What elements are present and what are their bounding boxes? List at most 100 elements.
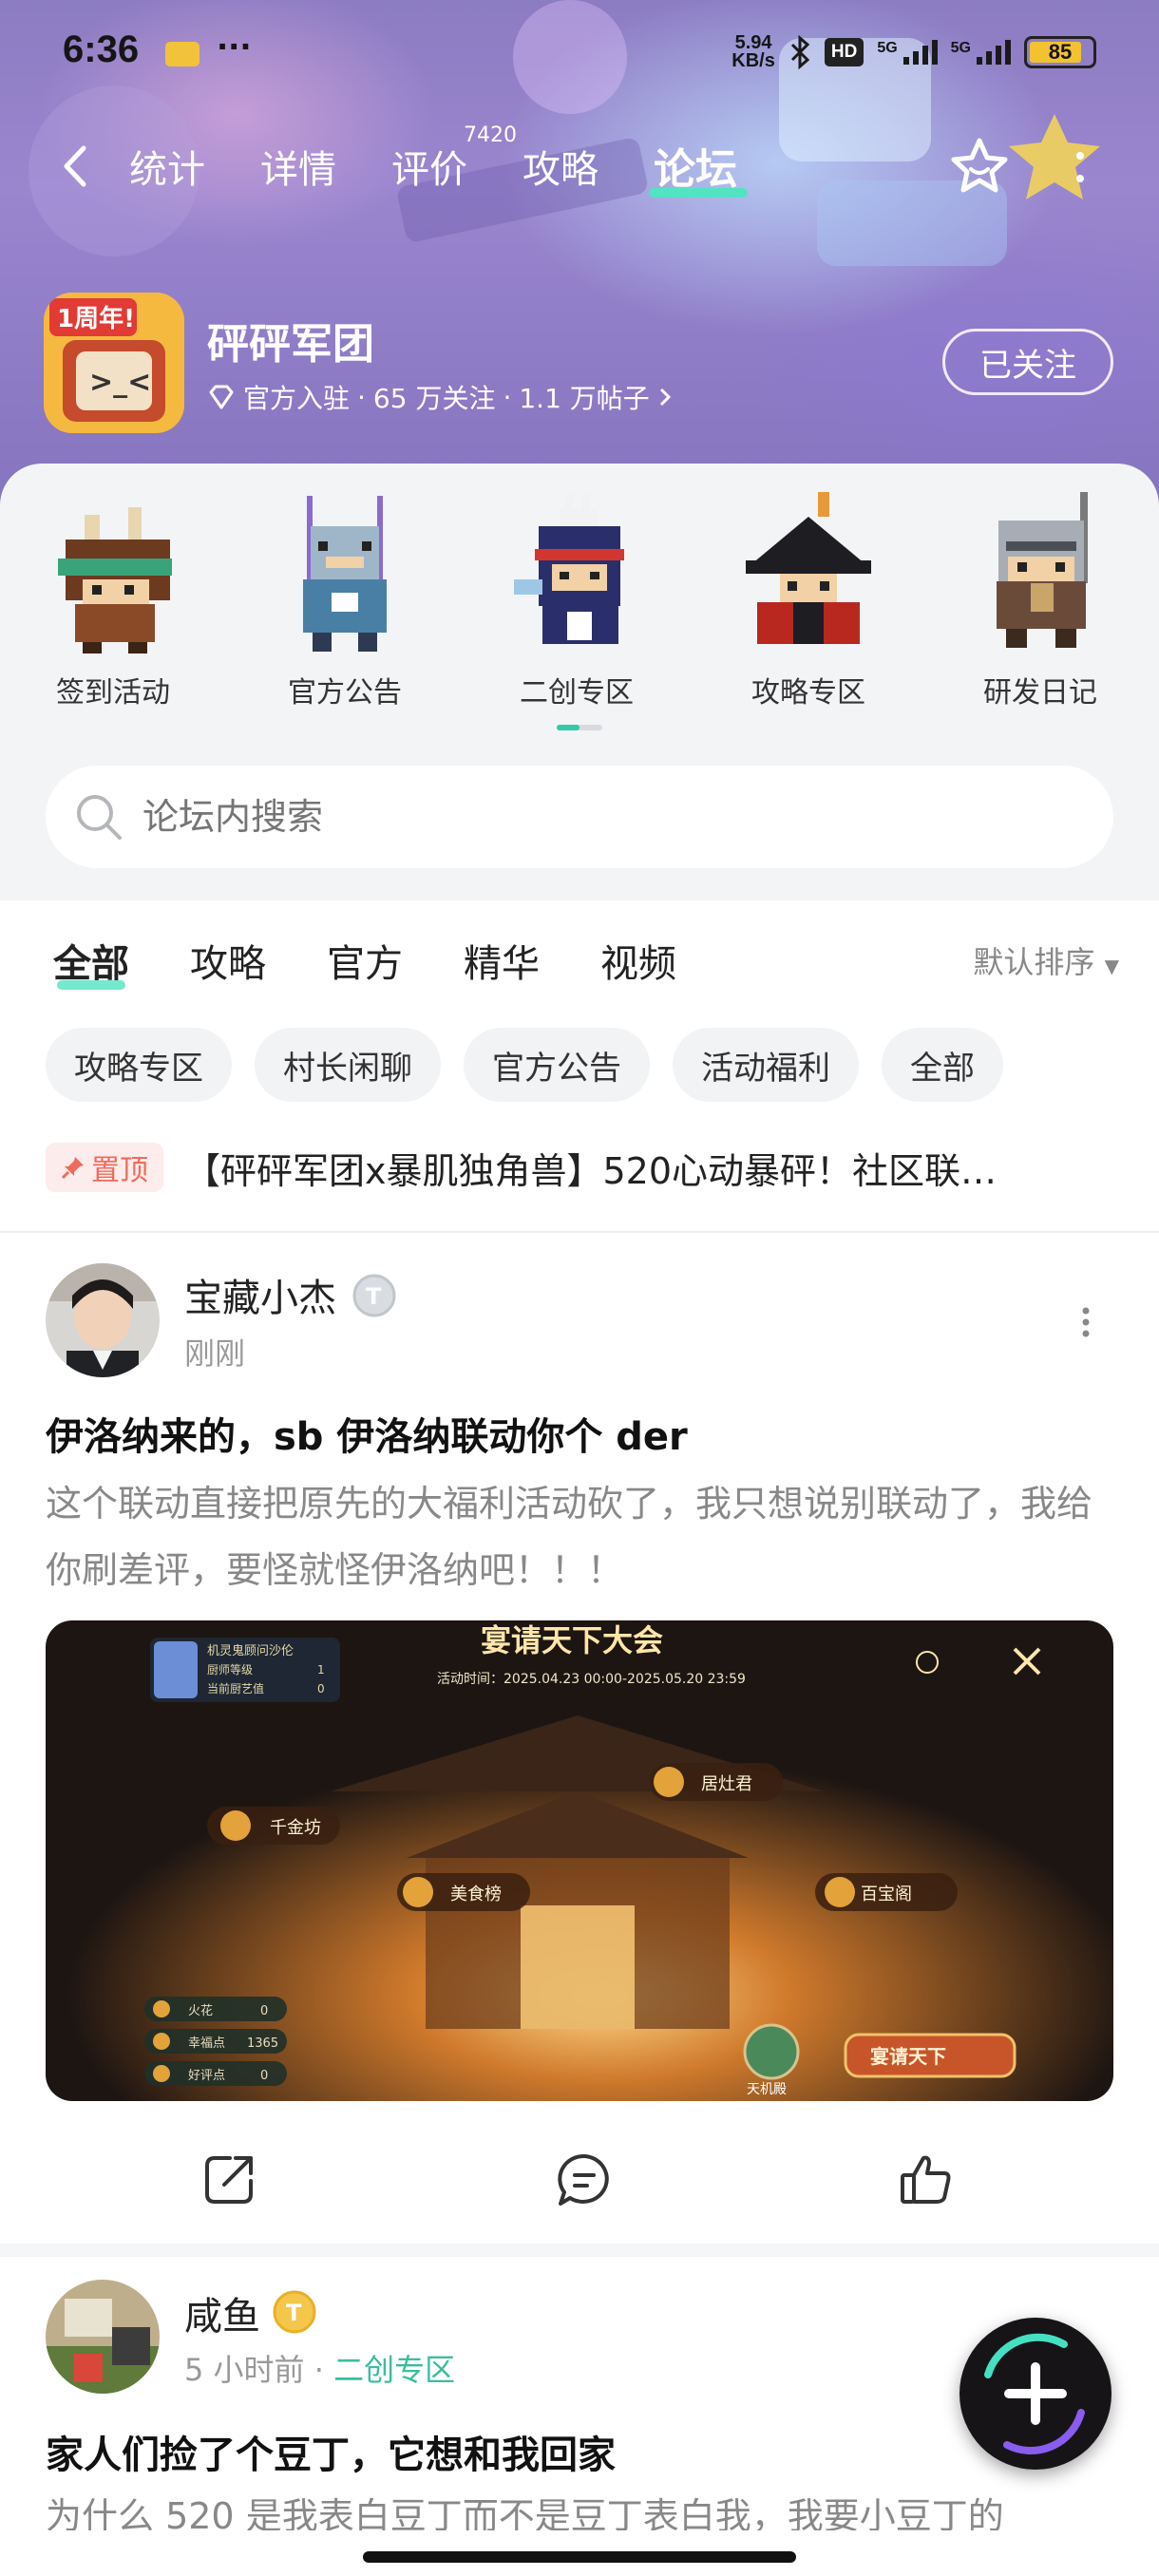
status-time: 6:36 <box>63 28 140 70</box>
dev-diary-sprite-icon <box>997 492 1088 648</box>
icon-anniversary-text: 1周年! <box>57 304 135 333</box>
svg-text:T: T <box>366 1283 382 1310</box>
image-spot: 美食榜 <box>450 1885 502 1904</box>
share-icon[interactable] <box>196 2147 262 2213</box>
chip-events[interactable]: 活动福利 <box>673 1028 859 1102</box>
chip-guides[interactable]: 攻略专区 <box>46 1028 232 1102</box>
image-stat-value: 1 <box>317 1663 325 1676</box>
post-body: 这个联动直接把原先的大福利活动砍了，我只想说别联动了，我给你刷差评，要怪就怪伊洛… <box>46 1483 1093 1591</box>
category-guides[interactable]: 攻略专区 <box>718 488 899 710</box>
category-page-indicator <box>557 725 602 730</box>
post-title: 家人们捡了个豆丁，它想和我回家 <box>46 2434 616 2477</box>
image-stat-value: 0 <box>317 1682 325 1695</box>
more-vertical-icon[interactable] <box>1066 146 1094 188</box>
feed-tab-video[interactable]: 视频 <box>600 933 676 988</box>
tab-forum[interactable]: 论坛 <box>654 135 737 196</box>
status-bar: 6:36 ··· 5.94 KB/s HD 5G 5G 85 <box>0 0 1159 104</box>
post-time: 刚刚 <box>184 1335 246 1372</box>
fan-creation-sprite-icon <box>514 494 624 644</box>
notification-icon <box>165 42 200 66</box>
avatar[interactable] <box>46 2280 160 2394</box>
post-image[interactable]: 机灵鬼顾问沙伦 厨师等级 1 当前厨艺值 0 宴请天下大会 活动时间：2025.… <box>46 1620 1113 2101</box>
chip-village-chat[interactable]: 村长闲聊 <box>255 1028 441 1102</box>
category-checkin[interactable]: 签到活动 <box>23 488 203 710</box>
announcement-sprite-icon <box>303 496 387 652</box>
favorite-star-icon[interactable] <box>948 135 1011 198</box>
topic-chips: 攻略专区 村长闲聊 官方公告 活动福利 全部 <box>46 1028 1003 1102</box>
game-icon[interactable]: >_< 1周年! <box>44 293 184 433</box>
category-dev-diary[interactable]: 研发日记 <box>950 488 1130 710</box>
image-spot: 居灶君 <box>701 1774 752 1794</box>
back-arrow-icon[interactable] <box>57 142 95 190</box>
post-more-icon[interactable] <box>1072 1303 1100 1341</box>
category-fan-creations[interactable]: 二创专区 <box>486 488 667 710</box>
bluetooth-icon <box>790 35 810 69</box>
forum-search-bar[interactable] <box>46 766 1113 868</box>
guide-sprite-icon <box>746 492 871 644</box>
like-icon[interactable] <box>893 2147 960 2213</box>
post-actions <box>0 2147 1159 2223</box>
image-stat-label: 厨师等级 <box>207 1663 253 1676</box>
image-resource-value: 0 <box>260 2069 268 2083</box>
sort-dropdown[interactable]: 默认排序 ▼ <box>973 938 1119 982</box>
post-author[interactable]: 宝藏小杰 <box>184 1267 336 1322</box>
image-cta: 宴请天下 <box>870 2045 946 2068</box>
search-icon <box>77 795 122 840</box>
feed-tabs: 全部 攻略 官方 精华 视频 默认排序 ▼ <box>0 933 1159 999</box>
post-meta: 5 小时前 · 二创专区 <box>184 2352 456 2388</box>
post-author[interactable]: 咸鱼 <box>184 2285 260 2340</box>
pinned-title: 【砰砰军团x暴肌独角兽】520心动暴砰！社区联… <box>184 1149 998 1192</box>
follow-button[interactable]: 已关注 <box>942 329 1113 395</box>
create-post-button[interactable] <box>960 2318 1112 2470</box>
svg-text:T: T <box>286 2300 302 2326</box>
pinned-post[interactable]: 置顶 【砰砰军团x暴肌独角兽】520心动暴砰！社区联… <box>46 1138 1129 1197</box>
caret-down-icon: ▼ <box>1104 955 1119 977</box>
image-resource: 好评点 <box>188 2069 225 2083</box>
image-resource-value: 0 <box>260 2004 268 2018</box>
game-meta[interactable]: 官方入驻 · 65 万关注 · 1.1 万帖子 <box>207 378 673 416</box>
divider <box>0 1231 1159 1233</box>
official-label: 官方入驻 <box>243 383 351 414</box>
post-count: 1.1 万帖子 <box>519 383 650 414</box>
tab-details[interactable]: 详情 <box>260 139 336 194</box>
tab-reviews[interactable]: 评价 <box>391 139 467 194</box>
image-spot: 千金坊 <box>270 1818 321 1838</box>
post-title: 伊洛纳来的，sb 伊洛纳联动你个 der <box>46 1415 688 1459</box>
plus-icon <box>984 2333 1085 2455</box>
chevron-right-icon <box>659 388 671 407</box>
pinned-badge: 置顶 <box>46 1143 163 1192</box>
home-indicator[interactable] <box>363 2551 796 2563</box>
image-spot: 百宝阁 <box>861 1885 912 1904</box>
post-separator <box>0 2244 1159 2257</box>
level-badge-icon: T <box>273 2290 316 2334</box>
chip-all[interactable]: 全部 <box>882 1028 1003 1102</box>
comment-icon[interactable] <box>551 2147 618 2213</box>
follower-count: 65 万关注 <box>372 383 496 414</box>
battery-icon: 85 <box>1024 36 1096 68</box>
signal-icon: 5G <box>877 40 938 65</box>
feed-tab-official[interactable]: 官方 <box>327 933 403 988</box>
checkin-sprite-icon <box>58 507 172 653</box>
tab-stats[interactable]: 统计 <box>129 139 205 194</box>
avatar[interactable] <box>46 1263 160 1377</box>
signal-icon-2: 5G <box>951 40 1011 65</box>
chip-announcements[interactable]: 官方公告 <box>464 1028 650 1102</box>
post-topic-tag[interactable]: 二创专区 <box>333 2352 455 2388</box>
hd-voice-badge: HD <box>824 38 864 66</box>
category-announcements[interactable]: 官方公告 <box>255 488 435 710</box>
level-badge-icon: T <box>352 1274 396 1317</box>
image-resource: 幸福点 <box>188 2036 225 2051</box>
tab-guides[interactable]: 攻略 <box>522 139 598 194</box>
search-input[interactable] <box>142 796 998 838</box>
status-more-dots: ··· <box>217 28 252 65</box>
review-count-badge: 7420 <box>464 123 517 147</box>
network-speed: 5.94 KB/s <box>732 32 775 71</box>
svg-text:>_<: >_< <box>89 366 151 399</box>
image-stats-title: 机灵鬼顾问沙伦 <box>207 1643 294 1658</box>
feed-tab-guides[interactable]: 攻略 <box>190 933 266 988</box>
game-title: 砰砰军团 <box>207 320 374 369</box>
top-nav: 统计 详情 评价 7420 攻略 论坛 <box>0 123 1159 209</box>
post-body: 为什么 520 是我表白豆丁而不是豆丁表白我，我要小豆丁的 <box>46 2495 1004 2530</box>
feed-tab-featured[interactable]: 精华 <box>464 933 540 988</box>
image-stat-label: 当前厨艺值 <box>207 1681 264 1695</box>
